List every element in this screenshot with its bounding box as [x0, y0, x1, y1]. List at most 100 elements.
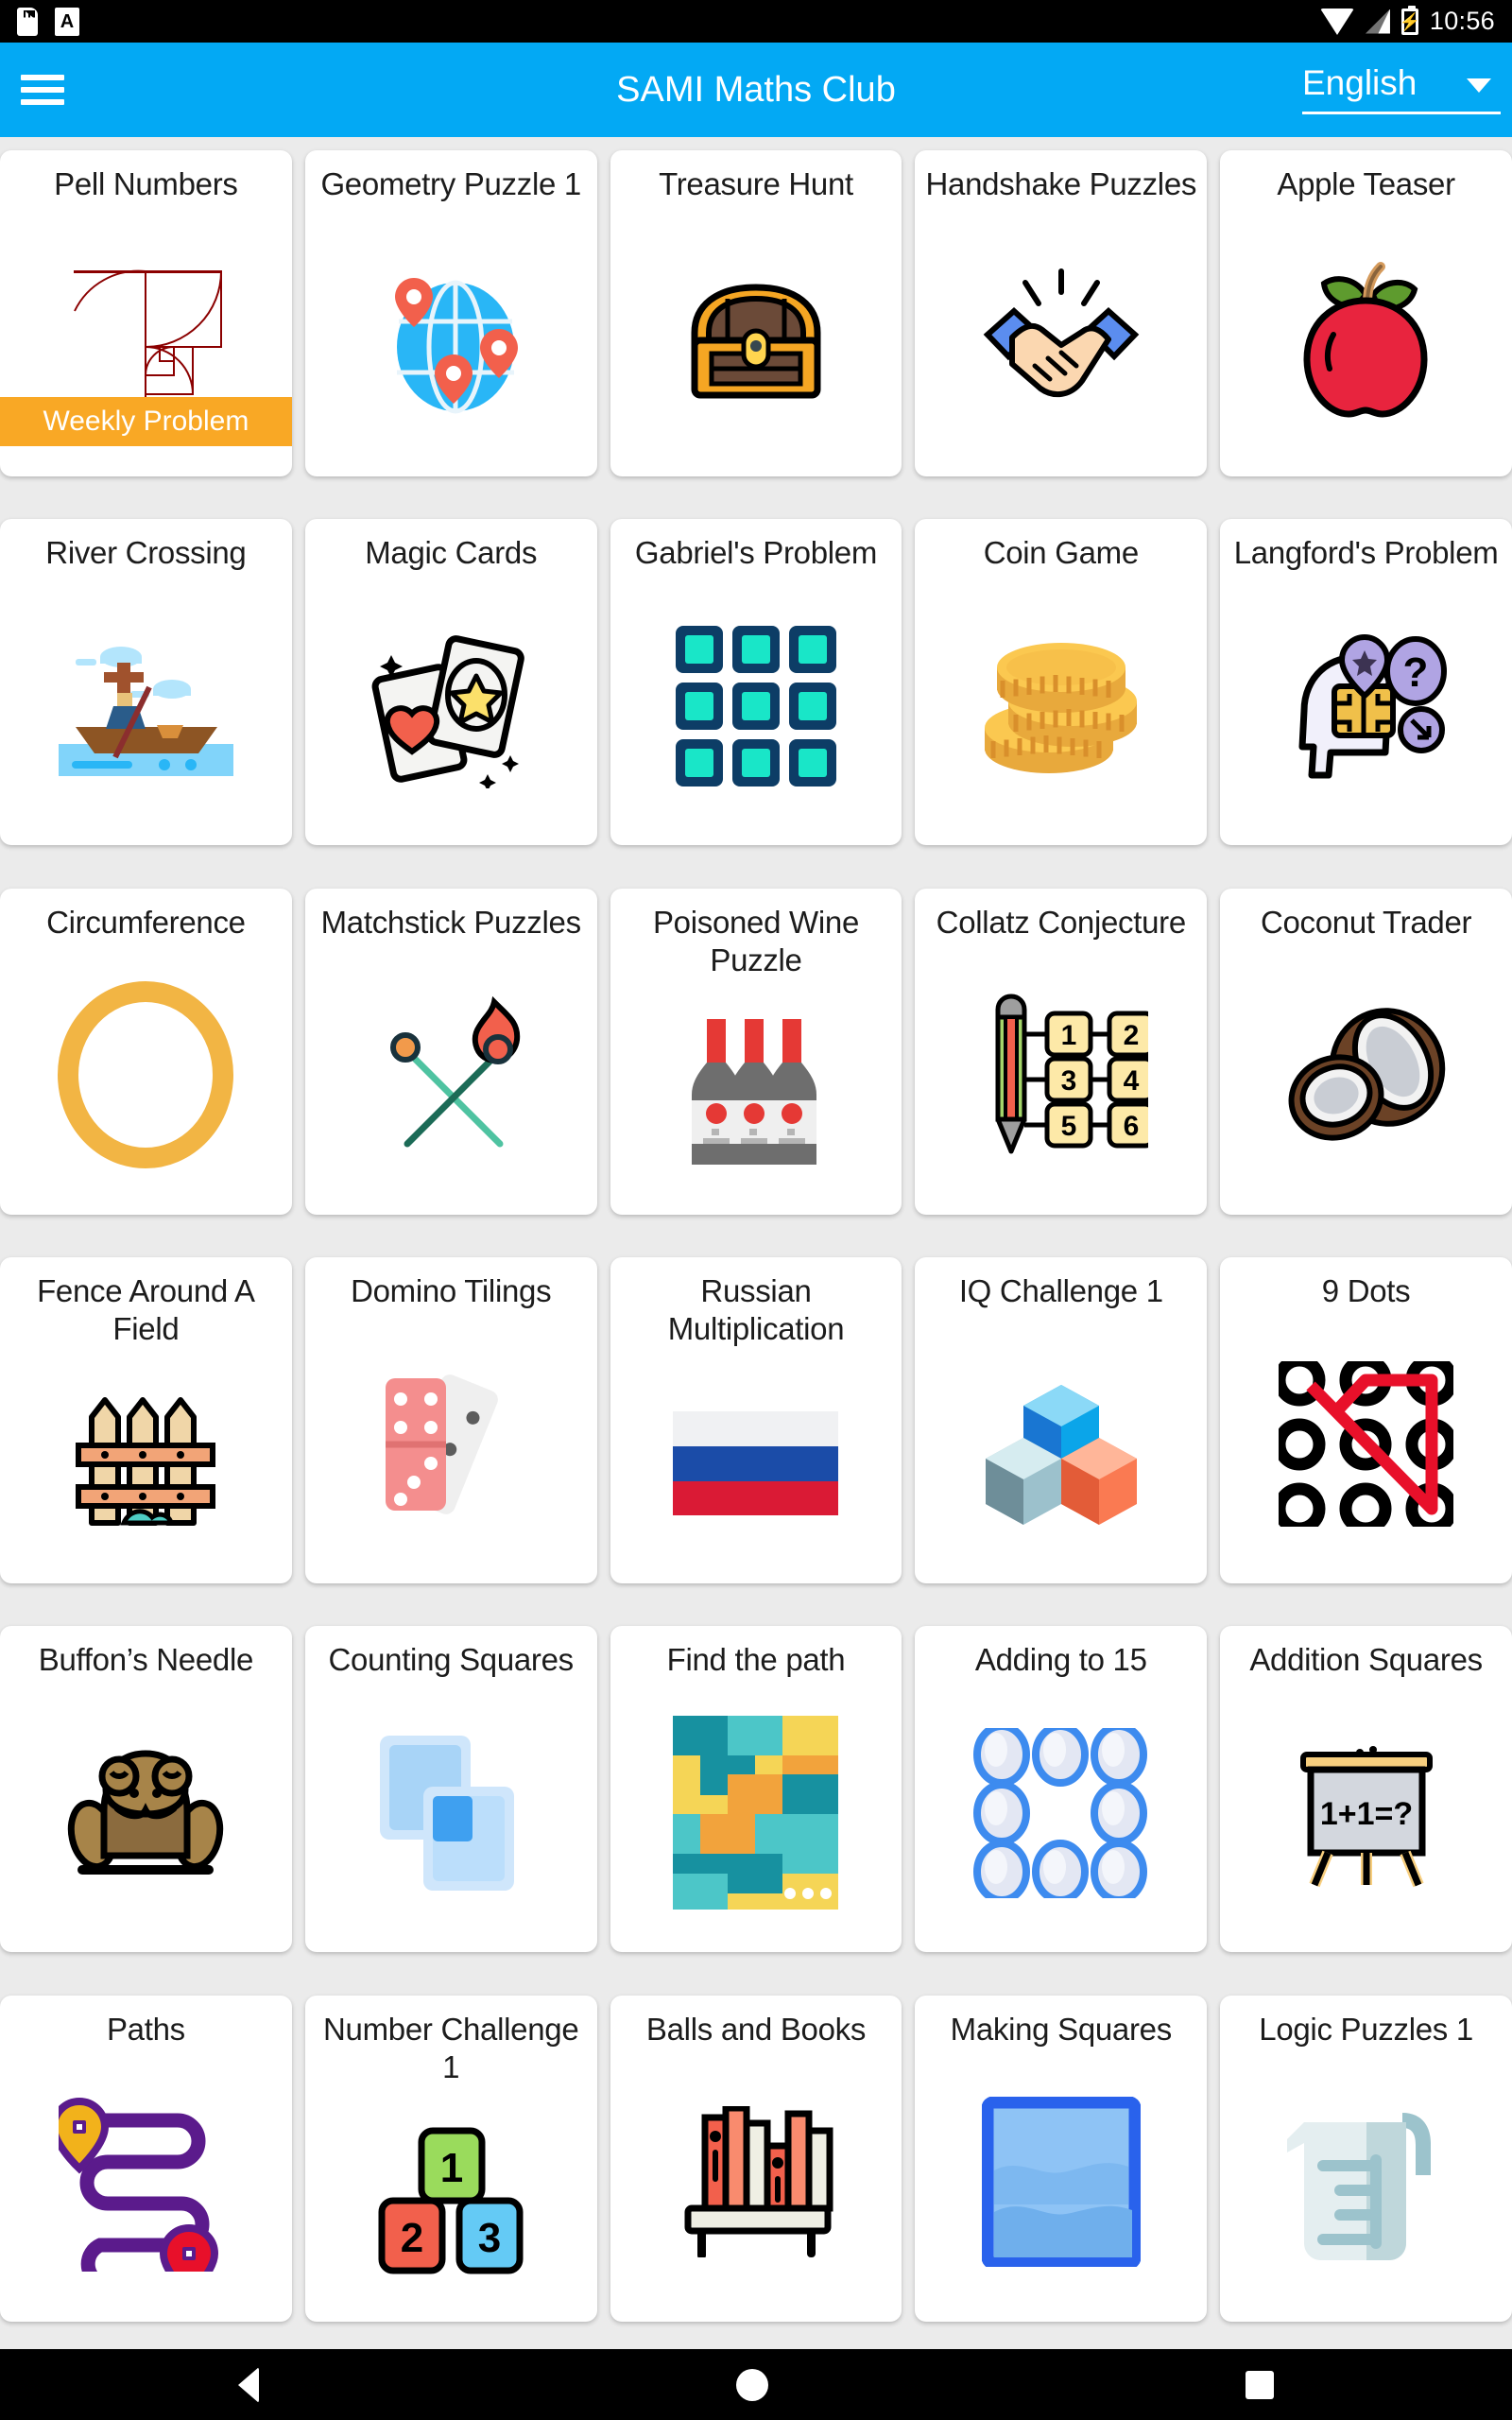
chevron-down-icon: [1467, 78, 1491, 93]
svg-text:5: 5: [1061, 1111, 1077, 1142]
puzzle-card[interactable]: IQ Challenge 1: [915, 1256, 1208, 1583]
language-selector[interactable]: English: [1302, 65, 1501, 114]
weekly-problem-badge: Weekly Problem: [0, 397, 292, 446]
svg-text:1: 1: [439, 2145, 462, 2191]
puzzle-card[interactable]: Magic Cards: [304, 519, 597, 846]
svg-text:3: 3: [477, 2215, 500, 2261]
puzzle-card-title: Poisoned Wine Puzzle: [652, 904, 860, 977]
puzzle-card-title: Apple Teaser: [1277, 166, 1455, 201]
puzzle-card[interactable]: Collatz Conjecture 1 2 3 4 5 6: [915, 888, 1208, 1215]
puzzle-card-title: Russian Multiplication: [667, 1272, 845, 1347]
puzzle-card-title: Treasure Hunt: [659, 166, 853, 201]
puzzle-card-title: Balls and Books: [645, 2011, 867, 2047]
nine-dots-art: [1228, 1310, 1504, 1583]
puzzle-card-title: Domino Tilings: [351, 1272, 552, 1308]
puzzle-card[interactable]: Addition Squares 1+1=?: [1220, 1626, 1512, 1953]
puzzle-card[interactable]: Find the path: [610, 1626, 902, 1953]
measuring-jug-art: [1228, 2048, 1504, 2322]
puzzle-card[interactable]: Treasure Hunt: [610, 150, 902, 476]
home-circle-icon[interactable]: [735, 2368, 768, 2401]
puzzle-card[interactable]: Apple Teaser: [1220, 150, 1512, 476]
winding-path-art: [8, 2048, 284, 2322]
puzzle-card-title: IQ Challenge 1: [958, 1272, 1163, 1308]
puzzle-card[interactable]: Making Squares: [915, 1995, 1208, 2322]
language-selector-label: English: [1302, 63, 1418, 102]
puzzle-card[interactable]: Coin Game: [915, 519, 1208, 846]
font-size-icon: A: [55, 7, 79, 36]
status-left-icons: A: [17, 7, 79, 36]
russian-flag-art: [618, 1348, 895, 1583]
puzzle-card-title: Circumference: [46, 904, 246, 940]
cubes-art: [922, 1310, 1199, 1583]
blue-square-art: [922, 2048, 1199, 2322]
puzzle-card-title: Addition Squares: [1249, 1642, 1483, 1678]
boat-river-art: [8, 573, 284, 846]
easel-art: 1+1=?: [1228, 1680, 1504, 1953]
fence-art: [8, 1348, 284, 1583]
svg-text:?: ?: [1403, 649, 1429, 696]
puzzle-card[interactable]: Paths: [0, 1995, 292, 2322]
back-triangle-icon[interactable]: [238, 2366, 260, 2403]
puzzle-card[interactable]: Gabriel's Problem: [610, 519, 902, 846]
puzzle-card[interactable]: Number Challenge 1 1 2 3: [304, 1995, 597, 2322]
puzzle-card-title: Number Challenge 1: [323, 2011, 579, 2084]
puzzle-card[interactable]: Geometry Puzzle 1: [304, 150, 597, 476]
hamburger-menu-icon[interactable]: [21, 68, 64, 112]
puzzle-card[interactable]: Counting Squares: [304, 1626, 597, 1953]
puzzle-card[interactable]: Domino Tilings: [304, 1256, 597, 1583]
treasure-chest-art: [618, 203, 895, 476]
wine-bottles-art: [618, 979, 895, 1215]
svg-text:1: 1: [1061, 1020, 1077, 1051]
puzzle-card-title: Pell Numbers: [54, 166, 238, 201]
eight-circles-art: [922, 1680, 1199, 1953]
puzzle-card[interactable]: Fence Around A Field: [0, 1256, 292, 1583]
puzzle-card[interactable]: Poisoned Wine Puzzle: [610, 888, 902, 1215]
puzzle-card[interactable]: River Crossing: [0, 519, 292, 846]
puzzle-card[interactable]: Langford's Problem ?: [1220, 519, 1512, 846]
svg-text:3: 3: [1061, 1065, 1077, 1097]
brain-question-art: ?: [1228, 573, 1504, 846]
puzzle-card[interactable]: Pell Numbers Weekly Problem: [0, 150, 292, 476]
magic-cards-art: [313, 573, 590, 846]
puzzle-card-title: Geometry Puzzle 1: [320, 166, 581, 201]
bookshelf-art: [618, 2048, 895, 2322]
nine-grid-art: [618, 573, 895, 846]
apple-art: [1228, 203, 1504, 476]
cellular-signal-icon: [1366, 9, 1390, 34]
globe-pins-art: [313, 203, 590, 476]
puzzle-card[interactable]: Coconut Trader: [1220, 888, 1512, 1215]
puzzle-card[interactable]: Buffon’s Needle: [0, 1626, 292, 1953]
puzzle-card[interactable]: Balls and Books: [610, 1995, 902, 2322]
overlapping-squares-art: [313, 1680, 590, 1953]
puzzle-card-title: Coin Game: [983, 535, 1140, 571]
puzzle-card-title: Coconut Trader: [1260, 904, 1472, 940]
app-bar: SAMI Maths Club English: [0, 43, 1512, 137]
svg-text:4: 4: [1124, 1065, 1140, 1097]
puzzle-card-title: River Crossing: [45, 535, 247, 571]
sd-card-icon: [17, 7, 38, 36]
status-clock: 10:56: [1429, 7, 1495, 35]
puzzle-card[interactable]: Russian Multiplication: [610, 1256, 902, 1583]
puzzle-card[interactable]: Handshake Puzzles: [915, 150, 1208, 476]
dominoes-art: [313, 1310, 590, 1583]
puzzle-card-title: Counting Squares: [328, 1642, 575, 1678]
puzzle-card-title: Buffon’s Needle: [38, 1642, 254, 1678]
puzzle-card[interactable]: 9 Dots: [1220, 1256, 1512, 1583]
puzzle-card[interactable]: Logic Puzzles 1: [1220, 1995, 1512, 2322]
puzzle-card[interactable]: Adding to 15: [915, 1626, 1208, 1953]
puzzle-card-title: Paths: [106, 2011, 185, 2047]
puzzle-card-title: Adding to 15: [974, 1642, 1147, 1678]
number-blocks-art: 1 2 3: [313, 2086, 590, 2322]
puzzle-card-title: Handshake Puzzles: [925, 166, 1197, 201]
puzzle-card[interactable]: Circumference: [0, 888, 292, 1215]
puzzle-card-title: Collatz Conjecture: [936, 904, 1187, 940]
puzzle-card-title: Logic Puzzles 1: [1259, 2011, 1473, 2047]
android-nav-bar: [0, 2349, 1512, 2420]
svg-text:1+1=?: 1+1=?: [1319, 1796, 1412, 1832]
puzzle-card[interactable]: Matchstick Puzzles: [304, 888, 597, 1215]
puzzle-card-title: Fence Around A Field: [37, 1272, 255, 1347]
recents-square-icon[interactable]: [1245, 2370, 1274, 2399]
font-icon-glyph: A: [60, 10, 75, 32]
circle-ring-art: [8, 942, 284, 1215]
puzzle-card-title: Gabriel's Problem: [634, 535, 878, 571]
